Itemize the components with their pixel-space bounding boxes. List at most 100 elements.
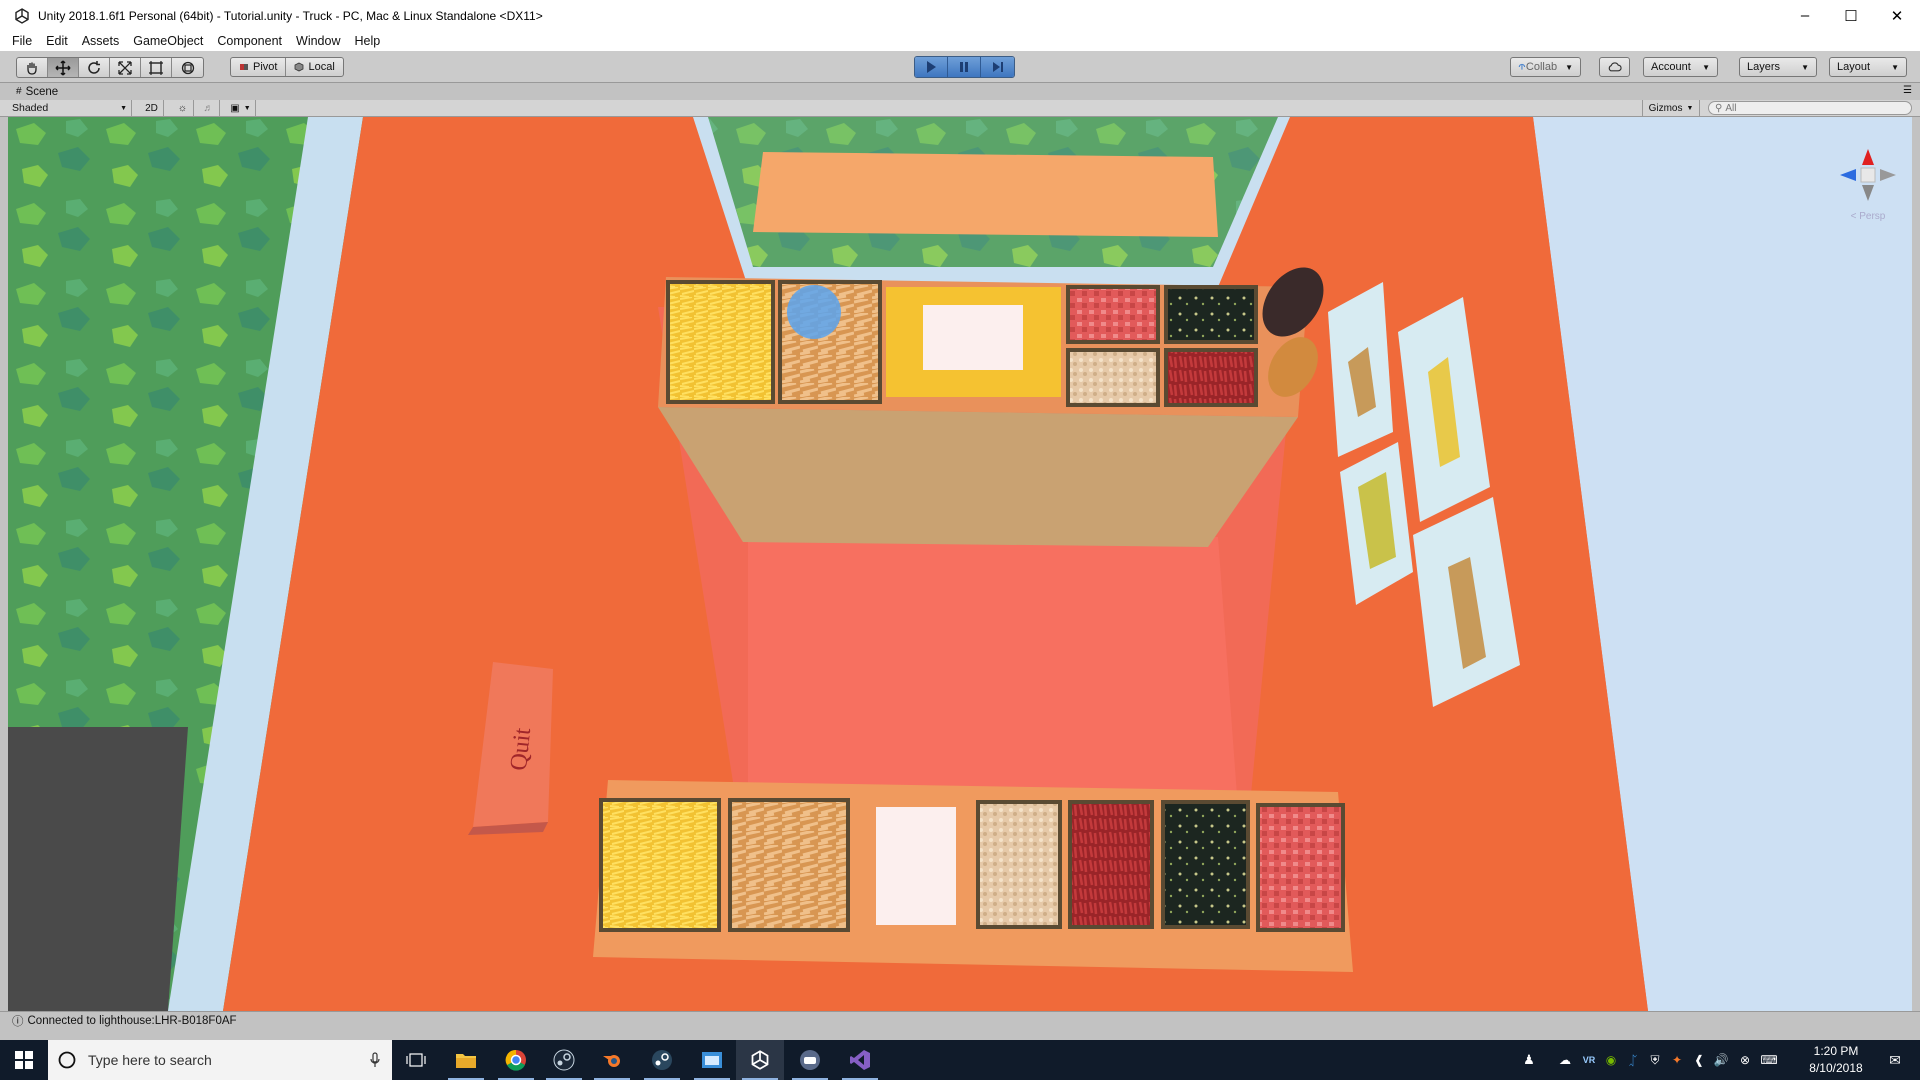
chevron-down-icon: ▼ (1801, 62, 1809, 72)
step-button[interactable] (981, 57, 1014, 77)
collab-icon (1518, 63, 1526, 70)
window-controls: – ☐ ✕ (1782, 0, 1920, 31)
layers-label: Layers (1747, 61, 1781, 73)
steam-icon (553, 1049, 575, 1071)
persp-label: < Persp (1851, 211, 1886, 222)
lighting-toggle[interactable]: ☼ (172, 100, 194, 116)
chevron-down-icon: ▼ (1702, 62, 1710, 72)
onedrive-icon[interactable]: ☁ (1554, 1040, 1576, 1080)
taskbar-steamvr[interactable] (638, 1040, 686, 1080)
sun-icon: ☼ (177, 102, 188, 114)
scene-viewport[interactable]: Quit < Persp (8, 117, 1912, 1011)
pivot-label: Pivot (253, 61, 278, 73)
chevron-down-icon: ▼ (1686, 104, 1694, 112)
scale-tool-button[interactable] (110, 58, 141, 77)
tab-scene[interactable]: # Scene (10, 83, 64, 100)
taskbar-visual-studio[interactable] (836, 1040, 884, 1080)
vr-tray-icon[interactable]: VR (1578, 1040, 1600, 1080)
keyboard-icon[interactable]: ⌨ (1758, 1040, 1780, 1080)
move-tool-button[interactable] (48, 58, 79, 77)
scene-search-input[interactable]: ⚲ All (1708, 101, 1912, 115)
chevron-down-icon: ▼ (243, 104, 251, 112)
menu-component[interactable]: Component (217, 34, 282, 48)
local-cube-icon (295, 62, 304, 72)
mode-2d-toggle[interactable]: 2D (140, 100, 164, 116)
rect-icon (149, 60, 163, 75)
minimize-button[interactable]: – (1782, 0, 1828, 31)
scene-tab-label: Scene (25, 85, 59, 98)
hand-tool-button[interactable] (17, 58, 48, 77)
menu-edit[interactable]: Edit (46, 34, 68, 48)
panel-menu-icon[interactable]: ☰ (1903, 85, 1912, 96)
effects-dropdown[interactable]: ▣ ▼ (226, 100, 256, 116)
taskbar-unity[interactable] (736, 1040, 784, 1080)
collab-label: Collab (1525, 61, 1558, 73)
windows-taskbar: Type here to search ♟ ☁ VR ◉ ᛢ ⛨ ✦ ❰ 🔊 ⊗… (0, 1040, 1920, 1080)
menu-gameobject[interactable]: GameObject (133, 34, 203, 48)
taskbar-search-input[interactable]: Type here to search (48, 1040, 392, 1080)
notifications-icon[interactable]: ✉ (1880, 1040, 1910, 1080)
shading-mode-dropdown[interactable]: Shaded ▼ (12, 100, 132, 116)
speaker-icon: ♬ (203, 102, 214, 114)
chevron-down-icon: ▼ (1891, 62, 1899, 72)
status-x-icon[interactable]: ⊗ (1734, 1040, 1756, 1080)
audio-toggle[interactable]: ♬ (198, 100, 220, 116)
rotate-icon (88, 60, 100, 74)
taskbar-app-window[interactable] (688, 1040, 736, 1080)
layout-dropdown[interactable]: Layout ▼ (1829, 57, 1907, 77)
menu-file[interactable]: File (12, 34, 32, 48)
taskbar-steam[interactable] (540, 1040, 588, 1080)
layers-dropdown[interactable]: Layers ▼ (1739, 57, 1817, 77)
security-shield-icon[interactable]: ⛨ (1644, 1040, 1666, 1080)
chrome-icon (505, 1049, 526, 1071)
folder-icon (456, 1054, 476, 1068)
window-title: Unity 2018.1.6f1 Personal (64bit) - Tuto… (38, 8, 543, 23)
rect-tool-button[interactable] (141, 58, 172, 77)
taskbar-file-explorer[interactable] (442, 1040, 490, 1080)
play-button[interactable] (915, 57, 948, 77)
play-icon (927, 61, 936, 73)
grid-icon: # (16, 86, 22, 97)
close-button[interactable]: ✕ (1874, 0, 1920, 31)
nvidia-icon[interactable]: ◉ (1600, 1040, 1622, 1080)
gizmos-dropdown[interactable]: Gizmos ▼ (1642, 100, 1700, 116)
window-titlebar: Unity 2018.1.6f1 Personal (64bit) - Tuto… (0, 0, 1920, 31)
bluetooth-icon[interactable]: ᛢ (1622, 1040, 1644, 1080)
menu-help[interactable]: Help (354, 34, 380, 48)
transform-tool-button[interactable] (172, 58, 203, 77)
local-toggle[interactable]: Local (286, 58, 342, 76)
account-dropdown[interactable]: Account ▼ (1643, 57, 1718, 77)
main-toolbar: Pivot Local Collab ▼ Account ▼ Layers ▼ … (0, 51, 1920, 83)
unity-logo-icon (751, 1050, 769, 1070)
playback-controls (914, 56, 1015, 78)
taskbar-blender[interactable] (588, 1040, 636, 1080)
layout-label: Layout (1837, 61, 1871, 73)
search-icon: ⚲ (1715, 102, 1723, 114)
collab-dropdown[interactable]: Collab ▼ (1510, 57, 1581, 77)
pivot-icon (240, 64, 248, 70)
windows-logo-icon (15, 1051, 33, 1069)
menu-assets[interactable]: Assets (82, 34, 120, 48)
taskbar-clock[interactable]: 1:20 PM 8/10/2018 (1786, 1043, 1886, 1077)
step-icon (992, 62, 1003, 72)
wifi-icon[interactable]: ❰ (1688, 1040, 1710, 1080)
task-view-button[interactable] (392, 1040, 440, 1080)
chevron-down-icon: ▼ (120, 104, 127, 112)
blender-tray-icon[interactable]: ✦ (1666, 1040, 1688, 1080)
quit-sign-text: Quit (506, 726, 536, 771)
menu-window[interactable]: Window (296, 34, 340, 48)
cloud-button[interactable] (1599, 57, 1630, 77)
volume-icon[interactable]: 🔊 (1710, 1040, 1732, 1080)
transform-tools (16, 57, 204, 78)
pivot-toggle[interactable]: Pivot (231, 58, 287, 76)
pause-button[interactable] (948, 57, 981, 77)
taskbar-vr-app[interactable] (786, 1040, 834, 1080)
status-message: Connected to lighthouse:LHR-B018F0AF (27, 1014, 237, 1027)
people-icon[interactable]: ♟ (1518, 1040, 1540, 1080)
microphone-icon[interactable] (370, 1052, 380, 1068)
start-button[interactable] (0, 1040, 48, 1080)
maximize-button[interactable]: ☐ (1828, 0, 1874, 31)
taskbar-chrome[interactable] (492, 1040, 540, 1080)
chevron-down-icon: ▼ (1565, 62, 1573, 72)
rotate-tool-button[interactable] (79, 58, 110, 77)
